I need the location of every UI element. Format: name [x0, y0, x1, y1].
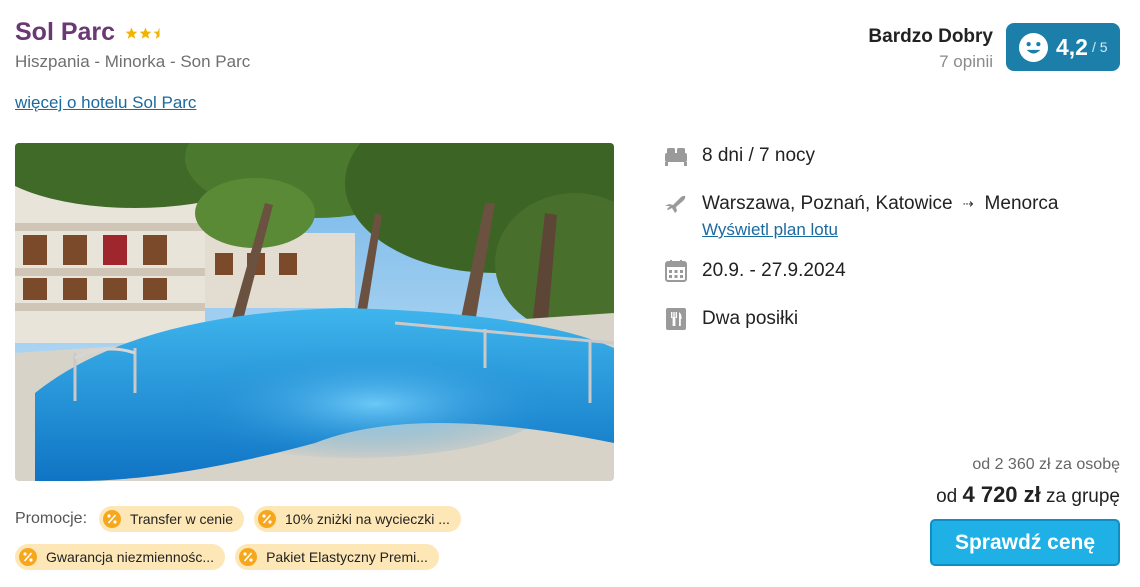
- discount-icon: [258, 510, 276, 528]
- more-about-hotel-link[interactable]: więcej o hotelu Sol Parc: [15, 93, 196, 113]
- board-text: Dwa posiłki: [702, 308, 799, 329]
- flight-destination: Menorca: [984, 193, 1059, 214]
- board-row: Dwa posiłki: [663, 306, 1058, 332]
- calendar-icon: [663, 258, 689, 284]
- dates-row: 20.9. - 27.9.2024: [663, 258, 1058, 284]
- star-icon: [139, 27, 152, 39]
- flight-plan-link[interactable]: Wyświetl plan lotu: [702, 220, 1058, 240]
- price-group: od 4 720 zł za grupę: [930, 482, 1120, 508]
- promo-chip[interactable]: Gwarancja niezmiennośc...: [15, 544, 226, 570]
- promo-chip[interactable]: Pakiet Elastyczny Premi...: [235, 544, 439, 570]
- promotions: Promocje: Transfer w cenie 10% zniżki na…: [15, 506, 535, 582]
- price-group-prefix: od: [936, 486, 958, 507]
- arrow-right-icon: ⇢: [962, 196, 974, 211]
- promo-chip[interactable]: Transfer w cenie: [99, 506, 244, 532]
- duration-text: 8 dni / 7 nocy: [702, 145, 816, 166]
- check-price-button[interactable]: Sprawdź cenę: [930, 519, 1120, 566]
- rating-block: Bardzo Dobry 7 opinii 4,2 / 5: [868, 23, 1120, 72]
- star-rating: [125, 27, 166, 40]
- trip-details: 8 dni / 7 nocy Warszawa, Poznań, Katowic…: [663, 143, 1058, 354]
- rating-label: Bardzo Dobry: [868, 26, 993, 47]
- flight-row: Warszawa, Poznań, Katowice ⇢ Menorca Wyś…: [663, 191, 1058, 240]
- promotions-label: Promocje:: [15, 510, 88, 527]
- promo-chip-label: Transfer w cenie: [130, 511, 233, 527]
- star-icon: [125, 27, 138, 39]
- plane-icon: [663, 191, 689, 217]
- bed-icon: [663, 143, 689, 169]
- hotel-name[interactable]: Sol Parc: [15, 18, 115, 47]
- discount-icon: [19, 548, 37, 566]
- hotel-location: Hiszpania - Minorka - Son Parc: [15, 52, 251, 71]
- review-count[interactable]: 7 opinii: [868, 52, 993, 72]
- food-icon: [663, 306, 689, 332]
- hotel-photo[interactable]: [15, 143, 614, 481]
- half-star-icon: [153, 27, 160, 39]
- dates-text: 20.9. - 27.9.2024: [702, 260, 846, 281]
- promo-chip[interactable]: 10% zniżki na wycieczki ...: [254, 506, 461, 532]
- promo-chip-label: Gwarancja niezmiennośc...: [46, 549, 215, 565]
- hotel-pool-image: [15, 143, 614, 481]
- discount-icon: [103, 510, 122, 528]
- price-group-suffix: za grupę: [1046, 486, 1120, 507]
- promo-chip-label: 10% zniżki na wycieczki ...: [285, 511, 450, 527]
- rating-value: 4,2: [1056, 33, 1088, 60]
- flight-origin: Warszawa, Poznań, Katowice: [702, 193, 953, 214]
- price-group-amount: 4 720 zł: [962, 482, 1041, 507]
- promo-chip-label: Pakiet Elastyczny Premi...: [266, 549, 428, 565]
- hotel-title[interactable]: Sol Parc: [15, 18, 166, 47]
- price-block: od 2 360 zł za osobę od 4 720 zł za grup…: [930, 456, 1120, 566]
- price-per-person: od 2 360 zł za osobę: [972, 456, 1120, 473]
- rating-badge[interactable]: 4,2 / 5: [1006, 23, 1120, 71]
- rating-max: / 5: [1091, 39, 1108, 55]
- duration-row: 8 dni / 7 nocy: [663, 143, 1058, 169]
- discount-icon: [239, 548, 258, 566]
- smiley-icon: [1018, 32, 1049, 62]
